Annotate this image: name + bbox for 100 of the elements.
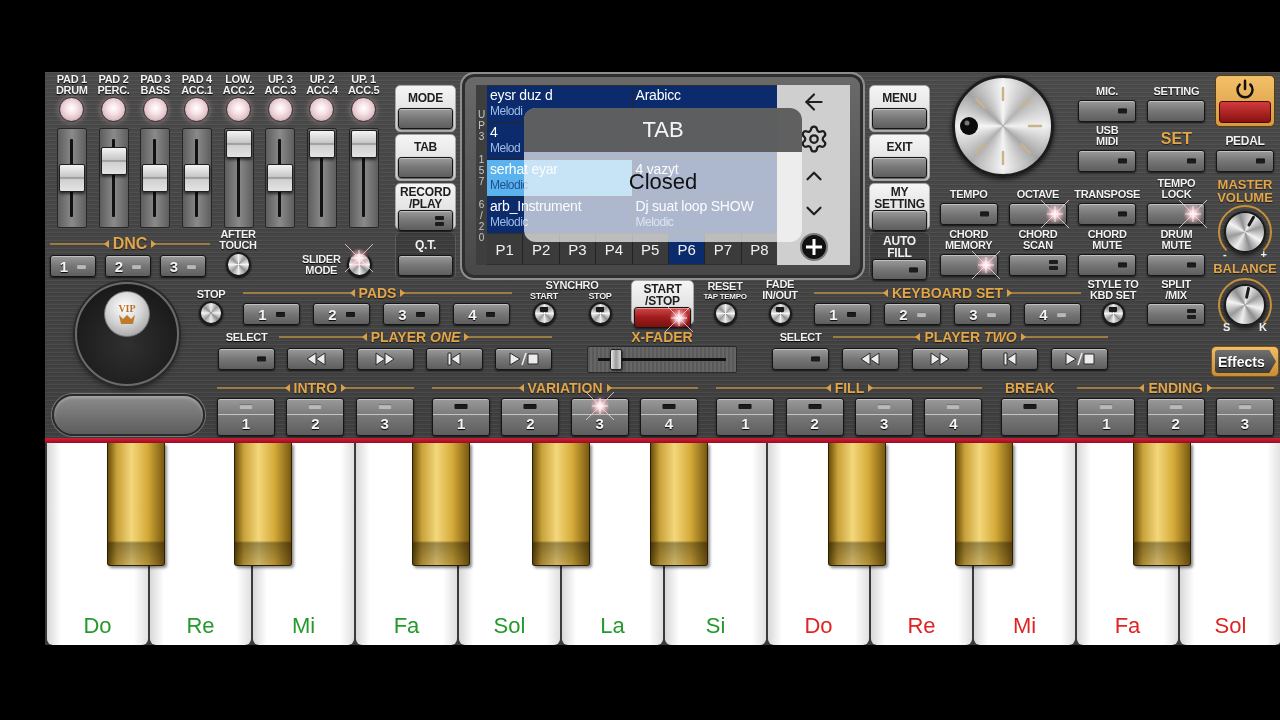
sharp-key[interactable] — [234, 443, 292, 566]
panel-button[interactable] — [495, 348, 552, 370]
panel-button[interactable] — [356, 348, 414, 370]
page-tab[interactable]: P1 — [487, 234, 523, 264]
round-button[interactable] — [713, 302, 737, 325]
panel-button[interactable] — [939, 203, 998, 225]
channel-button[interactable] — [226, 97, 252, 122]
panel-button[interactable] — [287, 348, 345, 370]
slider-thumb[interactable] — [142, 164, 169, 192]
slider-track[interactable] — [306, 128, 337, 228]
panel-button[interactable] — [1147, 303, 1205, 325]
panel-button[interactable] — [1078, 254, 1137, 276]
page-tab[interactable]: P8 — [741, 234, 777, 264]
panel-button[interactable]: 3 — [383, 303, 440, 325]
panel-button[interactable]: 3 — [954, 303, 1011, 325]
joystick-handle[interactable]: VIP — [104, 291, 150, 337]
round-button[interactable] — [199, 301, 223, 325]
slider-thumb[interactable] — [308, 130, 335, 158]
volume-knob[interactable] — [1224, 211, 1266, 253]
sharp-key[interactable] — [107, 443, 165, 566]
panel-button[interactable] — [911, 348, 969, 370]
panel-button[interactable]: 2 — [501, 398, 560, 436]
panel-button[interactable]: 3 — [160, 255, 206, 277]
panel-button[interactable]: 4 — [640, 398, 698, 436]
panel-button[interactable] — [1000, 398, 1059, 436]
slider-track[interactable] — [98, 128, 129, 228]
panel-button[interactable] — [1147, 150, 1206, 172]
sharp-key[interactable] — [828, 443, 886, 566]
panel-button[interactable]: 3 — [1215, 398, 1274, 436]
power-button[interactable] — [1215, 75, 1275, 127]
panel-button[interactable]: 1 — [217, 398, 275, 436]
panel-button[interactable] — [1051, 348, 1108, 370]
round-button[interactable] — [1101, 302, 1125, 325]
round-button[interactable] — [768, 302, 792, 325]
panel-button[interactable] — [398, 255, 453, 276]
panel-button[interactable] — [398, 157, 453, 178]
touch-strip[interactable] — [52, 394, 205, 436]
sharp-key[interactable] — [412, 443, 470, 566]
panel-button[interactable]: 1 — [50, 255, 96, 277]
panel-button[interactable]: 4 — [924, 398, 983, 436]
panel-button[interactable]: 2 — [105, 255, 151, 277]
panel-button[interactable] — [1216, 150, 1274, 172]
page-tab[interactable]: P2 — [523, 234, 559, 264]
panel-button[interactable] — [1078, 203, 1137, 225]
effects-button[interactable]: Effects — [1211, 346, 1279, 377]
slider-thumb[interactable] — [183, 164, 210, 192]
slider-track[interactable] — [587, 346, 737, 373]
panel-button[interactable]: 2 — [884, 303, 941, 325]
panel-button[interactable] — [425, 348, 483, 370]
slider-track[interactable] — [181, 128, 212, 228]
panel-button[interactable]: 3 — [855, 398, 914, 436]
panel-button[interactable]: 2 — [785, 398, 844, 436]
panel-button[interactable] — [872, 210, 927, 231]
panel-button[interactable] — [872, 157, 927, 178]
panel-button[interactable]: 1 — [243, 303, 300, 325]
slider-thumb[interactable] — [350, 130, 377, 158]
panel-button[interactable] — [872, 108, 927, 129]
panel-button[interactable]: 1 — [432, 398, 491, 436]
slider-track[interactable] — [56, 128, 87, 228]
page-tab[interactable]: P4 — [596, 234, 632, 264]
slider-thumb[interactable] — [100, 147, 127, 175]
channel-button[interactable] — [59, 97, 85, 122]
page-tab[interactable]: P3 — [559, 234, 596, 264]
round-button[interactable] — [532, 302, 556, 325]
slider-track[interactable] — [223, 128, 254, 228]
panel-button[interactable] — [1078, 100, 1137, 122]
jog-dial[interactable] — [952, 75, 1055, 177]
page-tab[interactable]: P6 — [668, 234, 705, 264]
slider-track[interactable] — [265, 128, 296, 228]
round-button[interactable] — [225, 252, 251, 277]
panel-button[interactable] — [872, 259, 927, 280]
page-tab[interactable]: P7 — [705, 234, 741, 264]
channel-button[interactable] — [142, 97, 168, 122]
channel-button[interactable] — [184, 97, 210, 122]
sharp-key[interactable] — [650, 443, 708, 566]
channel-button[interactable] — [351, 97, 377, 122]
panel-button[interactable] — [398, 210, 453, 231]
panel-button[interactable] — [772, 348, 829, 370]
panel-button[interactable] — [981, 348, 1039, 370]
channel-button[interactable] — [267, 97, 293, 122]
slider-thumb[interactable] — [58, 164, 85, 192]
sharp-key[interactable] — [532, 443, 590, 566]
panel-button[interactable]: 2 — [1146, 398, 1205, 436]
panel-button[interactable] — [398, 108, 453, 129]
panel-button[interactable]: 4 — [1024, 303, 1081, 325]
panel-button[interactable] — [1147, 100, 1206, 122]
panel-button[interactable] — [1078, 150, 1137, 172]
slider-track[interactable] — [348, 128, 379, 228]
panel-button[interactable] — [1147, 254, 1206, 276]
plus-circle-icon[interactable] — [799, 233, 828, 261]
page-tab[interactable]: P5 — [632, 234, 668, 264]
round-button[interactable] — [588, 302, 612, 325]
channel-button[interactable] — [309, 97, 335, 122]
panel-button[interactable]: 4 — [453, 303, 510, 325]
slider-thumb[interactable] — [609, 349, 622, 370]
panel-button[interactable]: 3 — [355, 398, 414, 436]
panel-button[interactable]: 2 — [286, 398, 345, 436]
panel-button[interactable]: 1 — [716, 398, 775, 436]
panel-button[interactable] — [841, 348, 899, 370]
panel-button[interactable]: 1 — [814, 303, 871, 325]
